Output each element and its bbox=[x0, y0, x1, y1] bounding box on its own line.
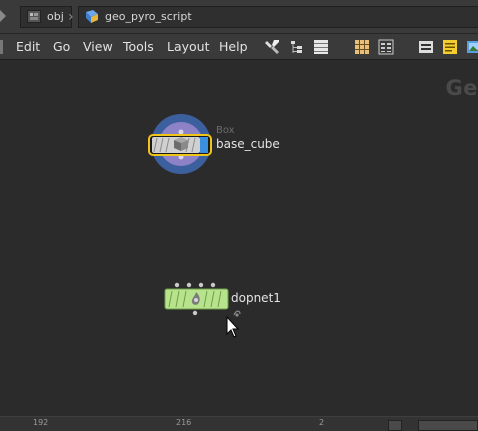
image-icon[interactable] bbox=[466, 39, 478, 55]
menu-layout[interactable]: Layout bbox=[167, 34, 210, 60]
grid-icon[interactable] bbox=[354, 39, 370, 55]
breadcrumb-label: obj bbox=[47, 10, 64, 23]
breadcrumb-separator: › bbox=[68, 9, 74, 25]
display-flag[interactable] bbox=[200, 137, 208, 153]
breadcrumb-obj[interactable]: obj bbox=[20, 6, 72, 28]
wrench-icon[interactable] bbox=[264, 39, 280, 55]
geo-node-icon bbox=[85, 10, 99, 23]
output-connector[interactable] bbox=[192, 310, 198, 316]
menu-tools[interactable]: Tools bbox=[123, 34, 154, 60]
menu-help[interactable]: Help bbox=[219, 34, 248, 60]
node-dopnet1[interactable] bbox=[164, 282, 241, 317]
menu-view[interactable]: View bbox=[83, 34, 113, 60]
input-connector[interactable] bbox=[210, 282, 216, 288]
breadcrumb-geo[interactable]: geo_pyro_script bbox=[78, 6, 478, 28]
menu-edit[interactable]: Edit bbox=[16, 34, 40, 60]
input-connector[interactable] bbox=[174, 282, 180, 288]
mouse-cursor-icon bbox=[226, 315, 240, 338]
box-icon bbox=[174, 137, 188, 151]
hda-indicator-icon bbox=[233, 310, 241, 317]
node-name-label[interactable]: dopnet1 bbox=[231, 291, 281, 305]
timeline-ruler[interactable]: 192 216 2 bbox=[0, 416, 478, 431]
back-arrow-icon[interactable] bbox=[0, 10, 6, 22]
input-connector[interactable] bbox=[198, 282, 204, 288]
menu-go[interactable]: Go bbox=[53, 34, 70, 60]
parameter-pane-icon[interactable] bbox=[418, 39, 434, 55]
node-name-label[interactable]: base_cube bbox=[216, 137, 280, 151]
node-base-cube[interactable] bbox=[148, 114, 212, 174]
input-connector[interactable] bbox=[186, 282, 192, 288]
path-bar: obj › geo_pyro_script bbox=[0, 0, 478, 34]
ruler-button[interactable] bbox=[388, 420, 402, 431]
pane-edge-handle[interactable] bbox=[0, 40, 3, 54]
table-icon[interactable] bbox=[378, 39, 394, 55]
notes-icon[interactable] bbox=[442, 39, 458, 55]
folder-icon bbox=[27, 10, 41, 23]
network-editor-canvas[interactable]: Ge Box base_cube dopnet1 bbox=[0, 60, 478, 416]
node-type-label: Box bbox=[216, 125, 235, 136]
tree-icon[interactable] bbox=[289, 39, 305, 55]
ruler-tick-label: 192 bbox=[33, 418, 49, 427]
input-connector[interactable] bbox=[178, 129, 184, 135]
menu-bar: Edit Go View Tools Layout Help bbox=[0, 34, 478, 60]
list-icon[interactable] bbox=[313, 39, 329, 55]
network-graph bbox=[148, 114, 241, 338]
ruler-tick-label: 2 bbox=[319, 418, 325, 427]
breadcrumb-label: geo_pyro_script bbox=[105, 10, 192, 23]
ruler-field[interactable] bbox=[418, 420, 478, 431]
ruler-tick-label: 216 bbox=[176, 418, 192, 427]
